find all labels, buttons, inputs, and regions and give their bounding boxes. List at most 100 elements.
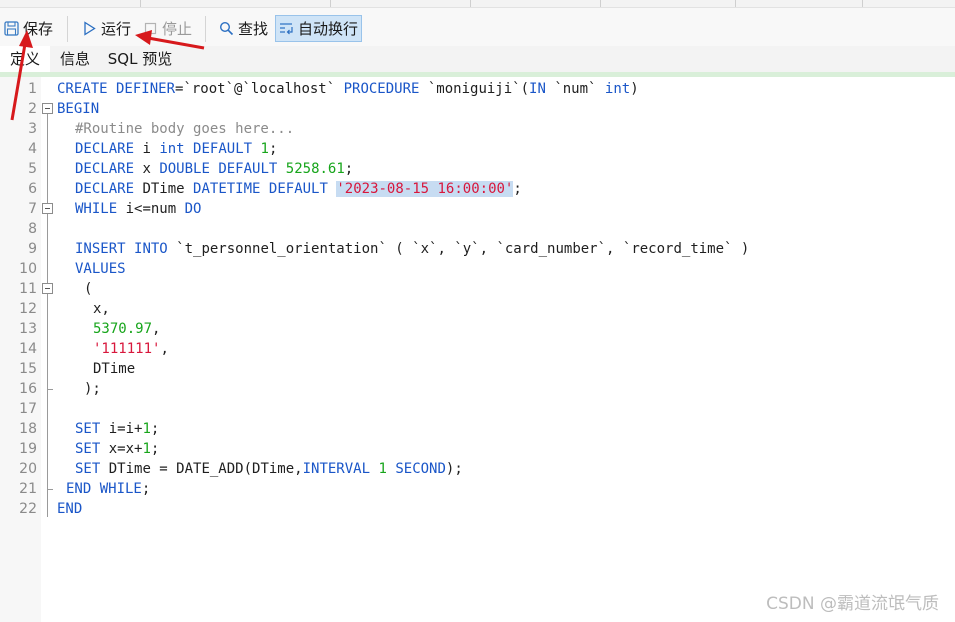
code-token: DATETIME (193, 181, 261, 197)
code-line: 16 ); (0, 379, 955, 399)
code-token: SET (75, 441, 101, 457)
code-number: 1 (260, 141, 269, 157)
toolbar-separator (205, 16, 206, 42)
code-line: 6 DECLARE DTime DATETIME DEFAULT '2023-0… (0, 179, 955, 199)
code-line: 5 DECLARE x DOUBLE DEFAULT 5258.61; (0, 159, 955, 179)
code-number: 1 (142, 421, 151, 437)
code-number: 1 (142, 441, 151, 457)
code-number: 5370.97 (93, 321, 153, 337)
code-token: SECOND (395, 461, 446, 477)
code-token: DO (184, 201, 202, 217)
code-token: BEGIN (57, 101, 100, 117)
code-token: ; (141, 481, 151, 497)
code-content: 1 CREATE DEFINER=`root`@`localhost` PROC… (0, 79, 955, 519)
run-label: 运行 (101, 20, 132, 38)
code-line: 18 SET i=i+1; (0, 419, 955, 439)
line-number: 7 (28, 201, 37, 217)
code-editor[interactable]: 1 CREATE DEFINER=`root`@`localhost` PROC… (0, 77, 955, 622)
find-button[interactable]: 查找 (216, 15, 271, 42)
code-token: INTO (134, 241, 168, 257)
code-line: 15 DTime (0, 359, 955, 379)
code-token: ; (513, 181, 522, 197)
code-token: int (604, 81, 631, 97)
line-number: 3 (28, 121, 37, 137)
code-token: ; (344, 161, 354, 177)
code-token: x (134, 161, 160, 177)
line-number: 1 (28, 81, 37, 97)
fold-collapse-icon[interactable] (42, 103, 53, 114)
search-icon (219, 21, 234, 36)
fold-collapse-icon[interactable] (42, 283, 53, 294)
strip-divider (140, 0, 141, 7)
line-number: 20 (19, 461, 37, 477)
code-token: ; (268, 141, 278, 157)
word-wrap-toggle[interactable]: 自动换行 (275, 15, 363, 42)
word-wrap-label: 自动换行 (298, 20, 359, 38)
code-number: 1 (378, 461, 387, 477)
code-comment: #Routine body goes here... (75, 121, 295, 137)
strip-divider (735, 0, 736, 7)
code-token: i=i+ (100, 421, 143, 437)
stop-icon (143, 21, 158, 36)
strip-divider (330, 0, 331, 7)
code-token: DEFAULT (218, 161, 278, 177)
run-button[interactable]: 运行 (79, 15, 134, 42)
selected-string: '2023-08-15 16:00:00' (336, 181, 514, 197)
line-number: 12 (19, 301, 37, 317)
code-token: int (159, 141, 185, 157)
code-token: DEFAULT (268, 181, 328, 197)
code-line: 10 VALUES (0, 259, 955, 279)
code-line: 21 END WHILE; (0, 479, 955, 499)
line-number: 14 (19, 341, 37, 357)
line-number: 8 (28, 221, 37, 237)
line-number: 5 (28, 161, 37, 177)
code-token: , (160, 341, 169, 357)
tab-definition[interactable]: 定义 (0, 46, 50, 72)
top-tab-strip (0, 0, 955, 8)
code-token: DECLARE (75, 141, 135, 157)
code-token: DECLARE (75, 181, 135, 197)
play-icon (82, 21, 97, 36)
line-number: 10 (19, 261, 37, 277)
code-line: 12 x, (0, 299, 955, 319)
tab-sql-preview[interactable]: SQL 预览 (100, 46, 180, 72)
save-icon (4, 21, 19, 36)
line-number: 21 (19, 481, 37, 497)
code-line: 17 (0, 399, 955, 419)
code-token: VALUES (75, 261, 126, 277)
code-token: DTime (134, 181, 194, 197)
toolbar-separator (67, 16, 68, 42)
code-token: ; (150, 441, 160, 457)
code-token: x=x+ (100, 441, 143, 457)
find-label: 查找 (238, 20, 269, 38)
code-token: WHILE (75, 201, 118, 217)
line-number: 19 (19, 441, 37, 457)
code-token: x, (93, 301, 110, 317)
line-number: 15 (19, 361, 37, 377)
code-token: END WHILE (66, 481, 142, 497)
stop-button[interactable]: 停止 (140, 15, 195, 42)
line-number: 22 (19, 501, 37, 517)
code-token: DTime = DATE_ADD(DTime, (100, 461, 303, 477)
code-line: 22 END (0, 499, 955, 519)
line-number: 2 (28, 101, 37, 117)
code-token: `moniguiji`( (419, 81, 530, 97)
code-line: 11 ( (0, 279, 955, 299)
code-token: i<=num (117, 201, 185, 217)
strip-divider (862, 0, 863, 7)
fold-collapse-icon[interactable] (42, 203, 53, 214)
tab-info[interactable]: 信息 (50, 46, 100, 72)
line-number: 6 (28, 181, 37, 197)
code-token: `num` (545, 81, 605, 97)
toolbar: 保存 运行 停止 查找 自动换行 (0, 8, 955, 46)
code-token: DTime (93, 361, 136, 377)
code-token: SET (75, 461, 101, 477)
strip-divider (600, 0, 601, 7)
code-number: 5258.61 (285, 161, 345, 177)
code-line: 1 CREATE DEFINER=`root`@`localhost` PROC… (0, 79, 955, 99)
save-button[interactable]: 保存 (1, 15, 56, 42)
code-string: '111111' (93, 341, 161, 357)
